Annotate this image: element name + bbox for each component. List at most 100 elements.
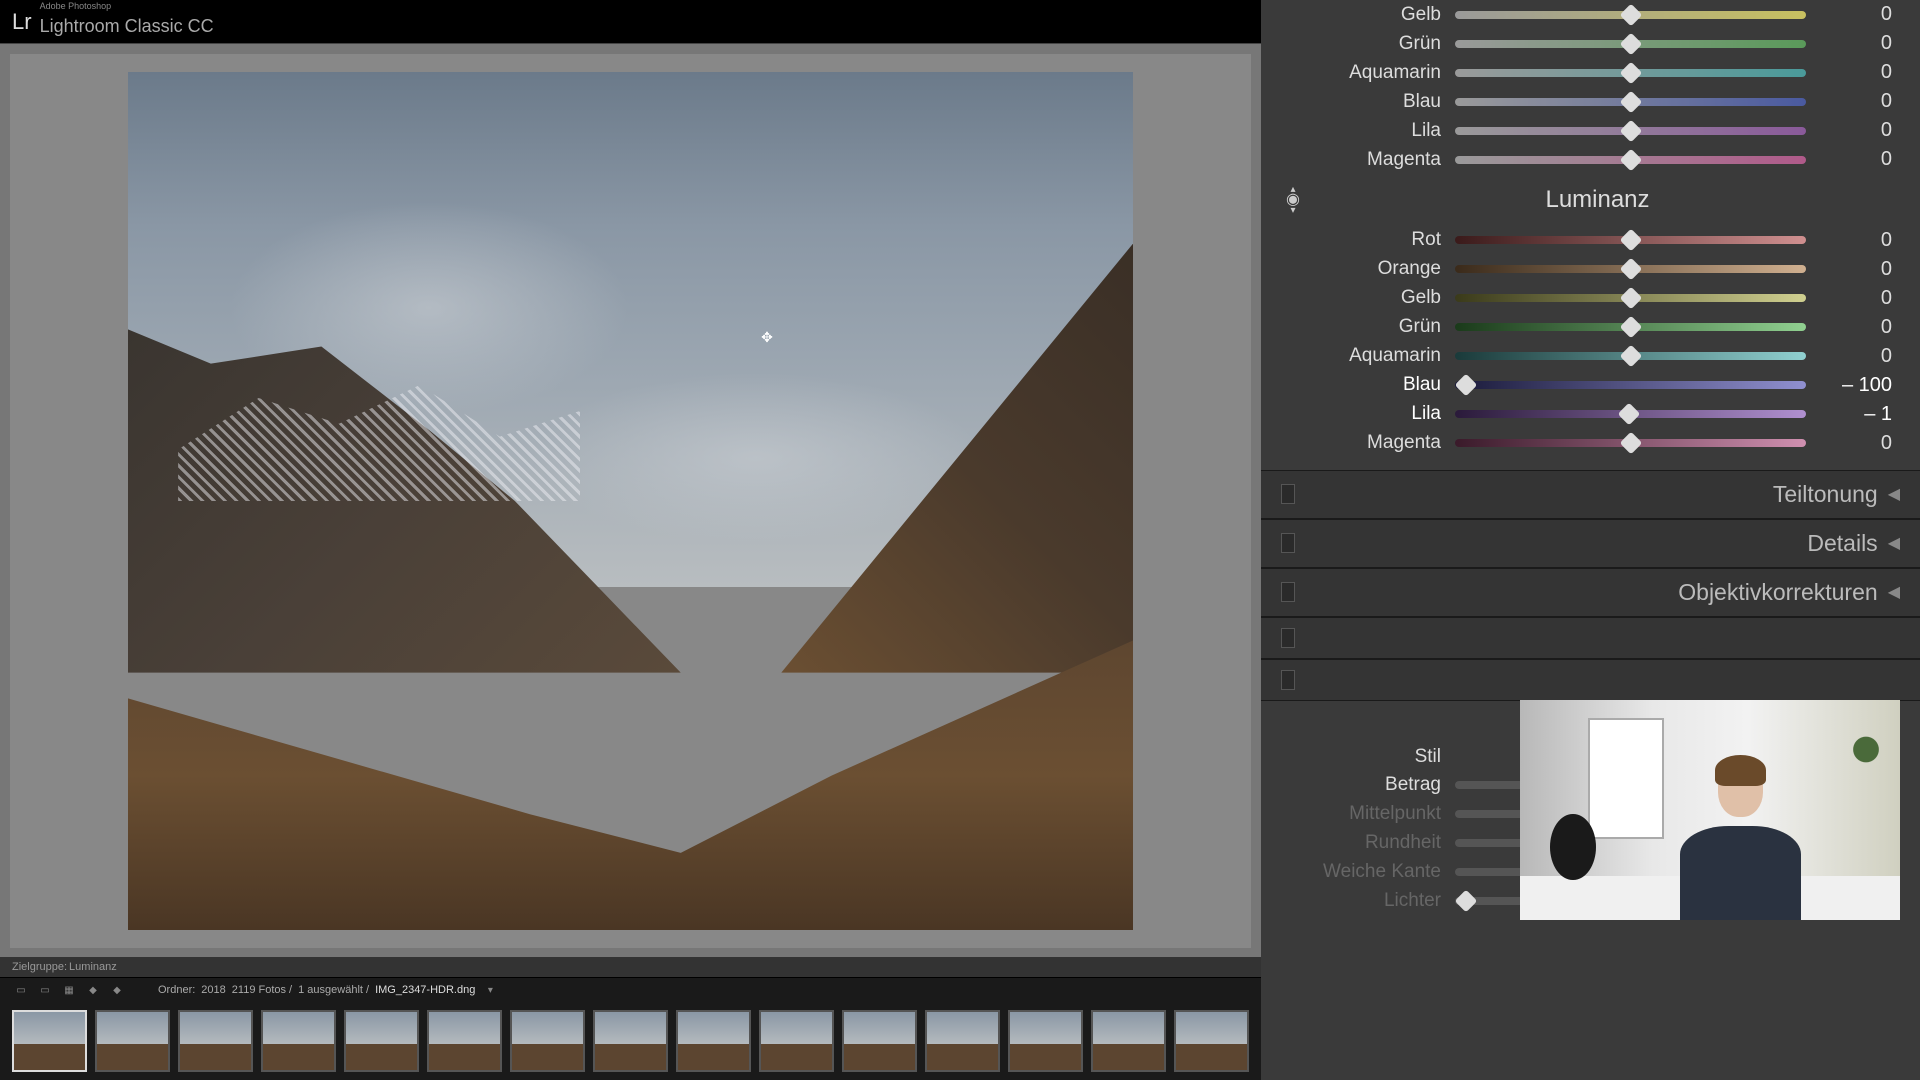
- slider-value[interactable]: 0: [1820, 3, 1892, 26]
- slider-track[interactable]: [1455, 236, 1806, 244]
- slider-thumb[interactable]: [1619, 90, 1642, 113]
- slider-lum-aquamarin[interactable]: Aquamarin 0: [1261, 342, 1920, 371]
- slider-thumb[interactable]: [1619, 316, 1642, 339]
- slider-thumb[interactable]: [1619, 229, 1642, 252]
- slider-track[interactable]: [1455, 439, 1806, 447]
- view-mode-1-icon[interactable]: ▭: [12, 982, 30, 998]
- thumbnail[interactable]: [842, 1010, 917, 1072]
- thumbnail[interactable]: [95, 1010, 170, 1072]
- panel-toggle-icon[interactable]: [1281, 533, 1295, 553]
- slider-lum-gruen[interactable]: Grün 0: [1261, 313, 1920, 342]
- panel-toggle-icon[interactable]: [1281, 670, 1295, 690]
- target-cursor-icon: ✥: [761, 329, 773, 346]
- canvas-area[interactable]: ✥: [0, 44, 1261, 957]
- slider-label: Stil: [1261, 746, 1441, 768]
- slider-thumb[interactable]: [1619, 345, 1642, 368]
- slider-thumb[interactable]: [1454, 374, 1477, 397]
- panel-toggle-icon[interactable]: [1281, 628, 1295, 648]
- grid-icon[interactable]: ▦: [60, 982, 78, 998]
- slider-track[interactable]: [1455, 381, 1806, 389]
- slider-value[interactable]: 0: [1820, 119, 1892, 142]
- slider-lum-gelb[interactable]: Gelb 0: [1261, 284, 1920, 313]
- slider-lum-lila[interactable]: Lila – 1: [1261, 400, 1920, 429]
- panel-toggle-icon[interactable]: [1281, 582, 1295, 602]
- thumbnail[interactable]: [178, 1010, 253, 1072]
- thumbnail[interactable]: [12, 1010, 87, 1072]
- slider-track[interactable]: [1455, 40, 1806, 48]
- disclosure-icon[interactable]: ◀: [1888, 484, 1900, 504]
- slider-sat-gruen[interactable]: Grün 0: [1261, 29, 1920, 58]
- slider-track[interactable]: [1455, 98, 1806, 106]
- thumbnail[interactable]: [261, 1010, 336, 1072]
- thumbnail[interactable]: [925, 1010, 1000, 1072]
- folder-label: Ordner:: [158, 984, 195, 996]
- panel-collapsed[interactable]: [1261, 617, 1920, 659]
- slider-lum-orange[interactable]: Orange 0: [1261, 255, 1920, 284]
- photo-preview[interactable]: ✥: [128, 72, 1133, 930]
- filmstrip[interactable]: [0, 1002, 1261, 1080]
- targeted-adjustment-tool-icon[interactable]: ▴ ◉ ▾: [1281, 184, 1305, 216]
- slider-thumb[interactable]: [1454, 889, 1477, 912]
- thumbnail[interactable]: [344, 1010, 419, 1072]
- panel-teiltonung[interactable]: Teiltonung ◀: [1261, 470, 1920, 519]
- slider-track[interactable]: [1455, 156, 1806, 164]
- disclosure-icon[interactable]: ◀: [1888, 533, 1900, 553]
- slider-sat-gelb[interactable]: Gelb 0: [1261, 0, 1920, 29]
- slider-track[interactable]: [1455, 410, 1806, 418]
- slider-value[interactable]: 0: [1820, 316, 1892, 339]
- slider-value[interactable]: 0: [1820, 258, 1892, 281]
- dropdown-icon[interactable]: ▾: [481, 982, 499, 998]
- slider-sat-magenta[interactable]: Magenta 0: [1261, 145, 1920, 174]
- slider-thumb[interactable]: [1619, 258, 1642, 281]
- slider-thumb[interactable]: [1619, 148, 1642, 171]
- slider-thumb[interactable]: [1619, 3, 1642, 26]
- slider-value[interactable]: 0: [1820, 32, 1892, 55]
- slider-value[interactable]: 0: [1820, 90, 1892, 113]
- panel-collapsed[interactable]: [1261, 659, 1920, 701]
- slider-value[interactable]: 0: [1820, 432, 1892, 455]
- slider-thumb[interactable]: [1619, 119, 1642, 142]
- panel-toggle-icon[interactable]: [1281, 484, 1295, 504]
- panel-objektivkorrekturen[interactable]: Objektivkorrekturen ◀: [1261, 568, 1920, 617]
- slider-label: Aquamarin: [1261, 345, 1441, 367]
- slider-thumb[interactable]: [1619, 287, 1642, 310]
- slider-track[interactable]: [1455, 294, 1806, 302]
- slider-thumb[interactable]: [1619, 32, 1642, 55]
- slider-lum-blau[interactable]: Blau – 100: [1261, 371, 1920, 400]
- panel-details[interactable]: Details ◀: [1261, 519, 1920, 568]
- panel-title: Details: [1295, 530, 1878, 557]
- slider-lum-magenta[interactable]: Magenta 0: [1261, 429, 1920, 458]
- slider-lum-rot[interactable]: Rot 0: [1261, 226, 1920, 255]
- slider-value[interactable]: – 1: [1820, 403, 1892, 426]
- view-mode-2-icon[interactable]: ▭: [36, 982, 54, 998]
- thumbnail[interactable]: [427, 1010, 502, 1072]
- nav-next-icon[interactable]: ◆: [108, 982, 126, 998]
- slider-value[interactable]: 0: [1820, 345, 1892, 368]
- slider-track[interactable]: [1455, 69, 1806, 77]
- slider-track[interactable]: [1455, 265, 1806, 273]
- slider-value[interactable]: 0: [1820, 61, 1892, 84]
- slider-thumb[interactable]: [1617, 403, 1640, 426]
- slider-value[interactable]: 0: [1820, 287, 1892, 310]
- slider-value[interactable]: – 100: [1820, 374, 1892, 397]
- thumbnail[interactable]: [1008, 1010, 1083, 1072]
- thumbnail[interactable]: [1091, 1010, 1166, 1072]
- slider-track[interactable]: [1455, 11, 1806, 19]
- thumbnail[interactable]: [593, 1010, 668, 1072]
- slider-thumb[interactable]: [1619, 432, 1642, 455]
- thumbnail[interactable]: [1174, 1010, 1249, 1072]
- thumbnail[interactable]: [510, 1010, 585, 1072]
- thumbnail[interactable]: [676, 1010, 751, 1072]
- slider-sat-lila[interactable]: Lila 0: [1261, 116, 1920, 145]
- slider-thumb[interactable]: [1619, 61, 1642, 84]
- slider-track[interactable]: [1455, 323, 1806, 331]
- thumbnail[interactable]: [759, 1010, 834, 1072]
- slider-value[interactable]: 0: [1820, 229, 1892, 252]
- slider-track[interactable]: [1455, 352, 1806, 360]
- slider-sat-aquamarin[interactable]: Aquamarin 0: [1261, 58, 1920, 87]
- slider-sat-blau[interactable]: Blau 0: [1261, 87, 1920, 116]
- slider-track[interactable]: [1455, 127, 1806, 135]
- nav-prev-icon[interactable]: ◆: [84, 982, 102, 998]
- slider-value[interactable]: 0: [1820, 148, 1892, 171]
- disclosure-icon[interactable]: ◀: [1888, 582, 1900, 602]
